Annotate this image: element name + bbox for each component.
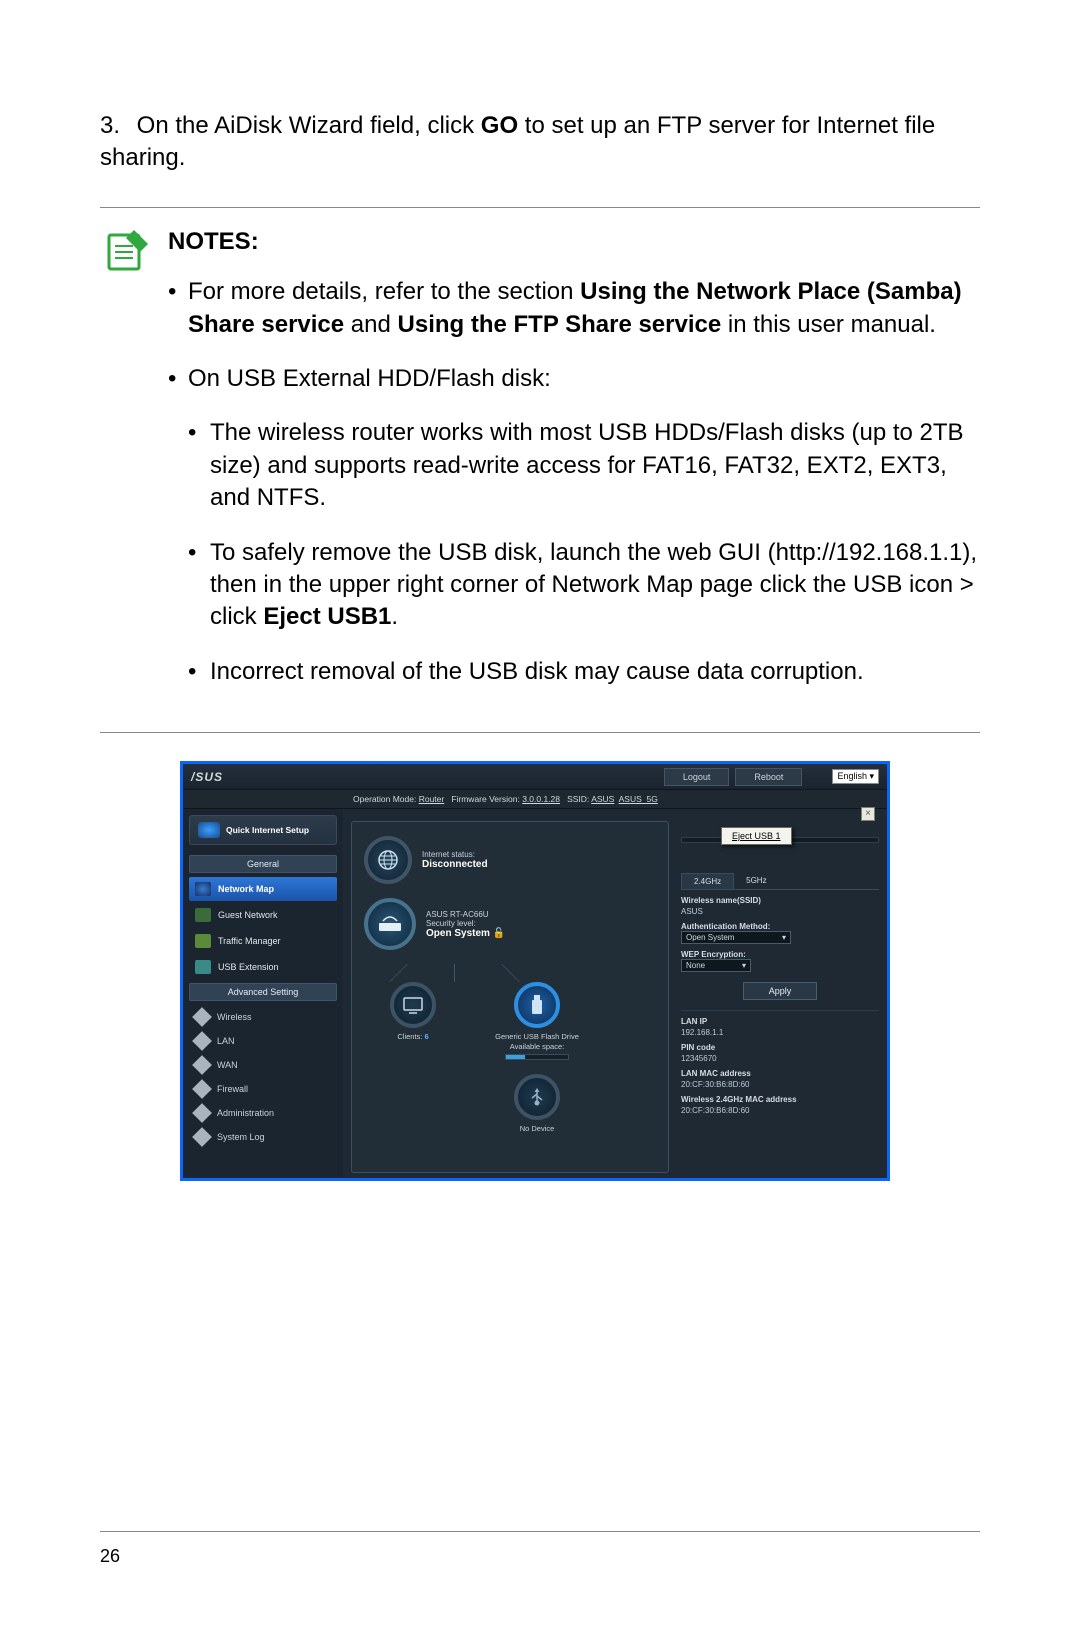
step-3: 3. On the AiDisk Wizard field, click GO …: [100, 110, 980, 175]
internet-node[interactable]: [364, 836, 412, 884]
right-panel: × Eject USB 1 2.4GHz 5GHz Wireless name(…: [677, 809, 887, 1177]
note-sub-a: The wireless router works with most USB …: [188, 417, 980, 514]
router-icon: [375, 913, 405, 935]
wmac-label: Wireless 2.4GHz MAC address: [681, 1095, 879, 1104]
reboot-button[interactable]: Reboot: [735, 768, 802, 786]
notes-title: NOTES:: [168, 226, 980, 258]
wep-select[interactable]: None▾: [681, 959, 751, 972]
close-icon[interactable]: ×: [861, 807, 875, 821]
note-sub-c: Incorrect removal of the USB disk may ca…: [188, 656, 980, 688]
operation-mode-link[interactable]: Router: [419, 794, 445, 804]
sidebar-item-wireless[interactable]: Wireless: [189, 1005, 337, 1029]
lanip-label: LAN IP: [681, 1017, 879, 1026]
logout-button[interactable]: Logout: [664, 768, 730, 786]
internet-status-value: Disconnected: [422, 859, 488, 870]
note-bullet-1: For more details, refer to the section U…: [168, 276, 980, 341]
lanip-value: 192.168.1.1: [681, 1028, 879, 1037]
section-advanced: Advanced Setting: [189, 983, 337, 1001]
qis-icon: [198, 822, 220, 838]
step-text-a: On the AiDisk Wizard field, click: [137, 112, 481, 139]
wrench-icon: [192, 1007, 212, 1027]
info-bar: Operation Mode: Router Firmware Version:…: [183, 790, 887, 809]
usb-icon: [527, 1087, 547, 1107]
router-node[interactable]: [364, 898, 416, 950]
nodevice-label: No Device: [492, 1124, 582, 1134]
wrench-icon: [192, 1031, 212, 1051]
wrench-icon: [192, 1079, 212, 1099]
step-bold: GO: [481, 112, 518, 139]
network-tree: Internet status: Disconnected: [351, 821, 669, 1173]
sidebar-item-traffic-manager[interactable]: Traffic Manager: [189, 929, 337, 953]
sidebar-item-firewall[interactable]: Firewall: [189, 1077, 337, 1101]
nodevice-node[interactable]: [514, 1074, 560, 1120]
router-screenshot: /SUS Logout Reboot English ▾ Operation M…: [180, 761, 890, 1181]
usb-ext-icon: [195, 960, 211, 974]
sidebar: Quick Internet Setup General Network Map…: [183, 809, 343, 1177]
wrench-icon: [192, 1103, 212, 1123]
sidebar-item-network-map[interactable]: Network Map: [189, 877, 337, 901]
wrench-icon: [192, 1055, 212, 1075]
sidebar-item-guest-network[interactable]: Guest Network: [189, 903, 337, 927]
globe-icon: [376, 848, 400, 872]
guest-icon: [195, 908, 211, 922]
firmware-link[interactable]: 3.0.0.1.28: [522, 794, 560, 804]
ssid-value: ASUS: [681, 907, 879, 916]
available-space-label: Available space:: [492, 1042, 582, 1051]
available-space-bar: [505, 1054, 569, 1060]
clients-label: Clients: 6: [368, 1032, 458, 1042]
mac-label: LAN MAC address: [681, 1069, 879, 1078]
topbar: /SUS Logout Reboot English ▾: [183, 764, 887, 790]
usb-drive-icon: [529, 994, 545, 1016]
asus-logo: /SUS: [191, 770, 223, 784]
security-value: Open System 🔓: [426, 928, 505, 939]
step-number: 3.: [100, 110, 130, 142]
page-number: 26: [100, 1546, 120, 1567]
wep-label: WEP Encryption:: [681, 950, 879, 959]
quick-internet-setup[interactable]: Quick Internet Setup: [189, 815, 337, 845]
sidebar-item-wan[interactable]: WAN: [189, 1053, 337, 1077]
usb-drive-label: Generic USB Flash Drive: [492, 1032, 582, 1042]
notes-block: NOTES: For more details, refer to the se…: [100, 207, 980, 733]
sidebar-item-lan[interactable]: LAN: [189, 1029, 337, 1053]
router-model: ASUS RT-AC66U: [426, 910, 505, 919]
center-panel: Internet status: Disconnected: [343, 809, 677, 1177]
wifi-band-tabs: 2.4GHz 5GHz: [681, 873, 879, 890]
tab-24ghz[interactable]: 2.4GHz: [681, 873, 734, 889]
wmac-value: 20:CF:30:B6:8D:60: [681, 1106, 879, 1115]
clients-node[interactable]: [390, 982, 436, 1028]
network-map-icon: [195, 882, 211, 896]
sidebar-item-system-log[interactable]: System Log: [189, 1125, 337, 1149]
usb-drive-node[interactable]: [514, 982, 560, 1028]
note-icon: [100, 226, 150, 276]
footer-rule: [100, 1531, 980, 1532]
monitor-icon: [402, 996, 424, 1014]
pin-label: PIN code: [681, 1043, 879, 1052]
security-label: Security level:: [426, 919, 505, 928]
ssid-label: Wireless name(SSID): [681, 896, 879, 905]
auth-select[interactable]: Open System▾: [681, 931, 791, 944]
pin-value: 12345670: [681, 1054, 879, 1063]
note-bullet-2: On USB External HDD/Flash disk: The wire…: [168, 363, 980, 688]
section-general: General: [189, 855, 337, 873]
mac-value: 20:CF:30:B6:8D:60: [681, 1080, 879, 1089]
eject-usb-tooltip[interactable]: Eject USB 1: [721, 827, 792, 845]
note-sub-b: To safely remove the USB disk, launch th…: [188, 537, 980, 634]
sidebar-item-usb-extension[interactable]: USB Extension: [189, 955, 337, 979]
apply-button[interactable]: Apply: [743, 982, 817, 1000]
sidebar-item-administration[interactable]: Administration: [189, 1101, 337, 1125]
traffic-icon: [195, 934, 211, 948]
tab-5ghz[interactable]: 5GHz: [734, 873, 778, 889]
language-select[interactable]: English ▾: [832, 769, 879, 784]
wrench-icon: [192, 1127, 212, 1147]
internet-status-label: Internet status:: [422, 850, 488, 859]
auth-label: Authentication Method:: [681, 922, 879, 931]
